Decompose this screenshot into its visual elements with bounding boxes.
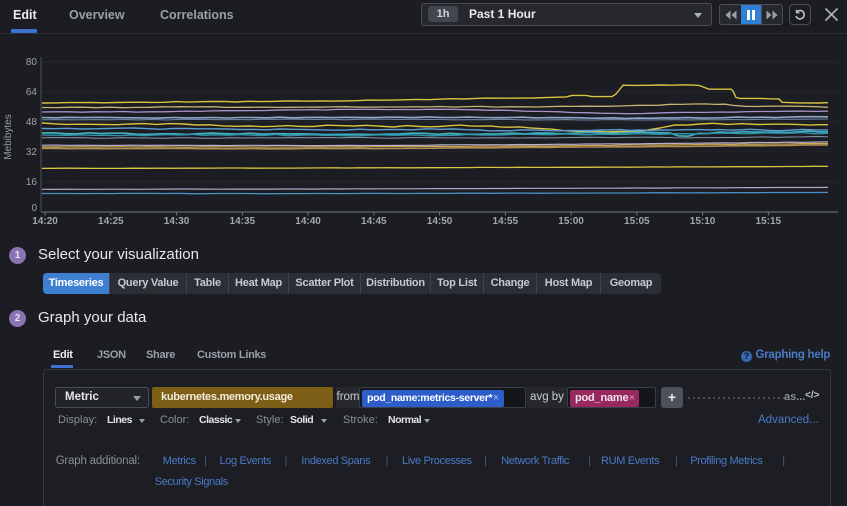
- svg-text:15:00: 15:00: [558, 216, 584, 227]
- svg-text:14:45: 14:45: [361, 216, 387, 227]
- svg-text:0: 0: [31, 203, 37, 214]
- svg-text:80: 80: [26, 57, 38, 68]
- svg-text:15:15: 15:15: [756, 216, 782, 227]
- svg-text:14:55: 14:55: [493, 216, 519, 227]
- svg-text:14:50: 14:50: [427, 216, 453, 227]
- svg-text:64: 64: [26, 87, 38, 98]
- svg-text:32: 32: [26, 147, 38, 158]
- svg-text:16: 16: [26, 177, 38, 188]
- svg-text:14:30: 14:30: [164, 216, 190, 227]
- svg-text:48: 48: [26, 117, 38, 128]
- svg-text:14:25: 14:25: [98, 216, 124, 227]
- svg-text:14:20: 14:20: [32, 216, 58, 227]
- svg-text:Mebibytes: Mebibytes: [3, 114, 14, 160]
- svg-text:14:40: 14:40: [295, 216, 321, 227]
- svg-text:14:35: 14:35: [230, 216, 256, 227]
- svg-text:15:10: 15:10: [690, 216, 716, 227]
- svg-text:15:05: 15:05: [624, 216, 650, 227]
